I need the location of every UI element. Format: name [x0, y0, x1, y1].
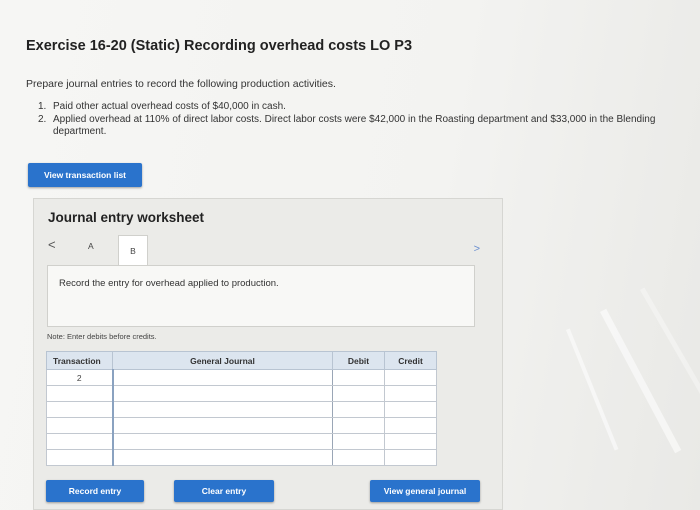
screen-glare — [600, 308, 682, 454]
exercise-prompt: Prepare journal entries to record the fo… — [26, 78, 336, 90]
debit-cell[interactable] — [332, 449, 385, 466]
step-item: 2. Applied overhead at 110% of direct la… — [38, 114, 698, 139]
credit-cell[interactable] — [384, 369, 437, 386]
transaction-cell — [46, 449, 114, 466]
credit-cell[interactable] — [384, 385, 437, 402]
worksheet-title: Journal entry worksheet — [48, 210, 205, 225]
account-cell[interactable] — [112, 369, 333, 386]
transaction-cell — [46, 401, 114, 418]
step-text: Applied overhead at 110% of direct labor… — [53, 113, 656, 138]
transaction-cell: 2 — [46, 369, 114, 386]
record-entry-button[interactable]: Record entry — [46, 480, 144, 502]
credit-cell[interactable] — [384, 433, 437, 450]
instruction-box: Record the entry for overhead applied to… — [47, 265, 475, 327]
instruction-text: Record the entry for overhead applied to… — [59, 278, 279, 289]
tab-b-label: B — [130, 245, 136, 256]
tab-b[interactable]: B — [118, 235, 148, 265]
chevron-right-icon[interactable]: > — [474, 243, 480, 255]
step-text: Paid other actual overhead costs of $40,… — [53, 101, 286, 112]
column-header-transaction: Transaction — [46, 351, 113, 370]
table-row: 2 — [46, 369, 437, 386]
account-cell[interactable] — [112, 401, 333, 418]
transaction-cell — [46, 433, 114, 450]
credit-cell[interactable] — [384, 401, 437, 418]
credit-cell[interactable] — [384, 417, 437, 434]
account-cell[interactable] — [112, 433, 333, 450]
chevron-left-icon[interactable]: < — [48, 237, 56, 252]
note-text: Note: Enter debits before credits. — [47, 332, 157, 341]
debit-cell[interactable] — [332, 401, 385, 418]
step-item: 1. Paid other actual overhead costs of $… — [38, 101, 698, 114]
table-row — [46, 385, 437, 402]
table-row — [46, 401, 437, 418]
step-number: 2. — [38, 113, 47, 125]
transaction-cell — [46, 385, 114, 402]
debit-cell[interactable] — [332, 369, 385, 386]
table-row — [46, 433, 437, 450]
journal-table: Transaction General Journal Debit Credit… — [46, 351, 437, 466]
table-row — [46, 417, 437, 434]
debit-cell[interactable] — [332, 417, 385, 434]
account-cell[interactable] — [112, 417, 333, 434]
transaction-cell — [46, 417, 114, 434]
view-general-journal-button[interactable]: View general journal — [370, 480, 480, 502]
screen-glare — [640, 287, 700, 438]
step-list: 1. Paid other actual overhead costs of $… — [38, 101, 698, 139]
credit-cell[interactable] — [384, 449, 437, 466]
step-number: 1. — [38, 101, 47, 112]
debit-cell[interactable] — [332, 433, 385, 450]
column-header-credit: Credit — [384, 351, 437, 370]
table-row — [46, 449, 437, 466]
view-transaction-list-button[interactable]: View transaction list — [28, 163, 142, 187]
exercise-title: Exercise 16-20 (Static) Recording overhe… — [26, 38, 413, 54]
journal-entry-worksheet: Journal entry worksheet < A B > Record t… — [33, 198, 503, 510]
debit-cell[interactable] — [332, 385, 385, 402]
column-header-debit: Debit — [332, 351, 385, 370]
account-cell[interactable] — [112, 449, 333, 466]
clear-entry-button[interactable]: Clear entry — [174, 480, 274, 502]
tab-a[interactable]: A — [88, 241, 94, 251]
column-header-general-journal: General Journal — [112, 351, 333, 370]
account-cell[interactable] — [112, 385, 333, 402]
screen-glare — [566, 328, 619, 451]
